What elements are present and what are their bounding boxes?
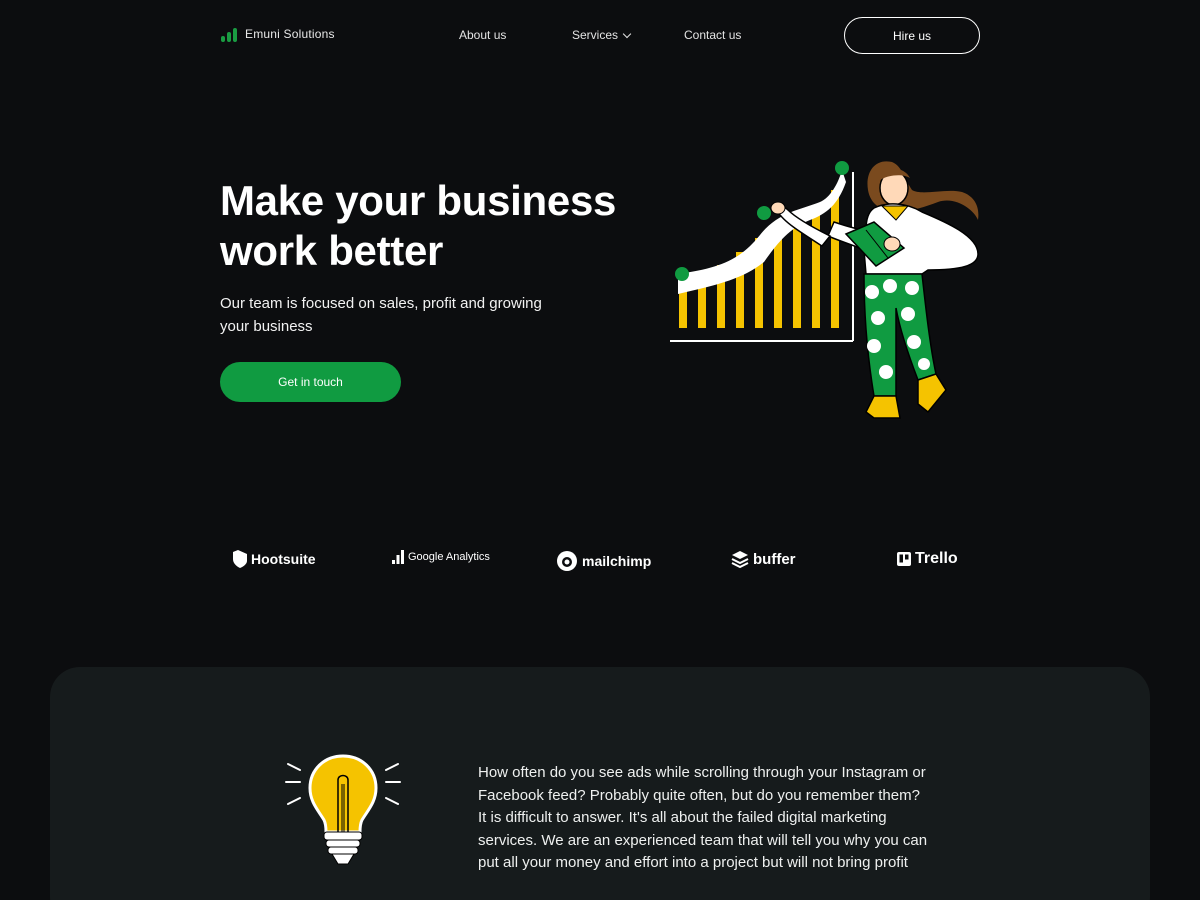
mailchimp-logo: mailchimp [556,550,651,572]
hero-subtitle-line-1: Our team is focused on sales, profit and… [220,295,542,312]
bars-logo-icon [221,26,237,42]
hire-us-button[interactable]: Hire us [844,17,980,54]
buffer-logo: buffer [731,550,796,568]
analytics-bars-icon [392,550,404,564]
brand-logo[interactable]: Emuni Solutions [221,26,335,42]
nav-about-us[interactable]: About us [459,28,506,42]
about-line-2: Facebook feed? Probably quite often, but… [478,786,920,804]
brand-name: Emuni Solutions [245,27,335,41]
hero-title: Make your business work better [220,176,680,276]
about-line-5: put all your money and effort into a pro… [478,854,908,871]
hootsuite-label: Hootsuite [251,551,316,567]
hero-title-line-2: work better [220,227,444,274]
hootsuite-logo: Hootsuite [233,550,316,568]
hero-subtitle: Our team is focused on sales, profit and… [220,292,600,338]
top-navigation: Emuni Solutions About us Services Contac… [0,0,1200,72]
nav-contact-us[interactable]: Contact us [684,28,741,42]
mailchimp-icon [557,551,577,571]
trello-board-icon [897,552,911,566]
about-line-1: How often do you see ads while scrolling… [478,764,926,781]
growth-chart-illustration [670,161,979,419]
buffer-label: buffer [753,550,796,568]
trello-label: Trello [915,550,958,567]
nav-services-label: Services [572,28,619,42]
get-in-touch-button[interactable]: Get in touch [220,362,401,402]
buffer-stack-icon [731,551,749,568]
nav-services[interactable]: Services [572,28,632,42]
hero-subtitle-line-2: your business [220,318,313,335]
partner-logos: Hootsuite Google Analytics mailchimp buf… [0,546,1200,576]
chevron-down-icon [622,29,632,38]
about-line-4: services. We are an experienced team tha… [478,831,928,849]
mailchimp-label: mailchimp [582,553,652,569]
about-line-3: It is difficult to answer. It's all abou… [478,809,887,826]
lightbulb-icon [285,754,401,865]
hero-title-line-1: Make your business [220,177,617,224]
trello-logo: Trello [897,550,958,568]
about-description: How often do you see ads while scrolling… [478,762,998,875]
hootsuite-icon [233,550,247,568]
google-analytics-logo: Google Analytics [392,550,490,564]
google-analytics-label: Google Analytics [408,551,490,563]
